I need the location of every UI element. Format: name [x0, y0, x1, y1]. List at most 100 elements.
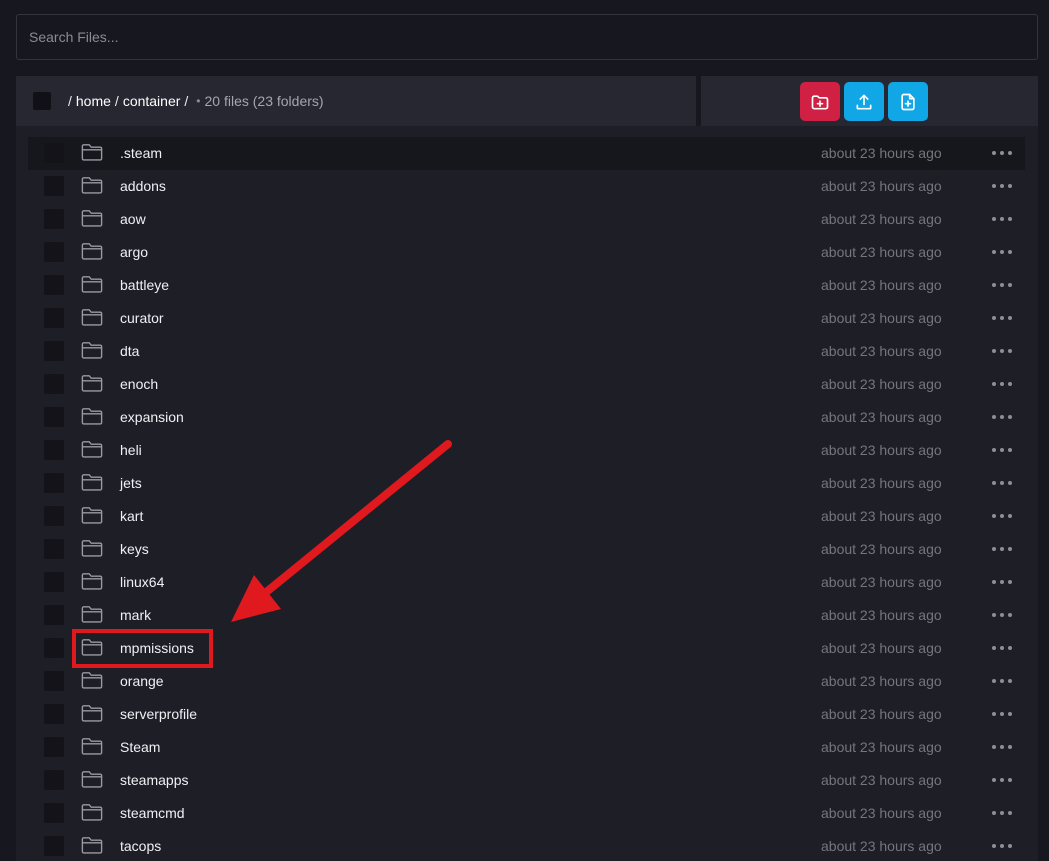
row-checkbox[interactable] [44, 737, 64, 757]
row-checkbox[interactable] [44, 638, 64, 658]
file-name[interactable]: .steam [120, 145, 162, 161]
search-box [16, 14, 1038, 60]
breadcrumb-item-home[interactable]: home [76, 93, 111, 109]
file-row[interactable]: battleye about 23 hours ago [28, 269, 1025, 302]
file-row[interactable]: keys about 23 hours ago [28, 533, 1025, 566]
row-checkbox[interactable] [44, 176, 64, 196]
more-options-icon[interactable] [992, 442, 1012, 458]
file-name[interactable]: battleye [120, 277, 169, 293]
file-row[interactable]: addons about 23 hours ago [28, 170, 1025, 203]
row-checkbox[interactable] [44, 407, 64, 427]
file-row[interactable]: heli about 23 hours ago [28, 434, 1025, 467]
file-name[interactable]: linux64 [120, 574, 164, 590]
file-name[interactable]: Steam [120, 739, 160, 755]
row-checkbox[interactable] [44, 374, 64, 394]
more-options-icon[interactable] [992, 607, 1012, 623]
row-checkbox[interactable] [44, 836, 64, 856]
file-row[interactable]: jets about 23 hours ago [28, 467, 1025, 500]
file-row[interactable]: .steam about 23 hours ago [28, 137, 1025, 170]
more-options-icon[interactable] [992, 277, 1012, 293]
search-input[interactable] [17, 15, 1037, 59]
file-name[interactable]: mark [120, 607, 151, 623]
file-row[interactable]: orange about 23 hours ago [28, 665, 1025, 698]
folder-icon [81, 704, 103, 723]
more-options-icon[interactable] [992, 376, 1012, 392]
file-row[interactable]: argo about 23 hours ago [28, 236, 1025, 269]
create-folder-button[interactable] [800, 82, 840, 121]
more-options-icon[interactable] [992, 805, 1012, 821]
row-checkbox[interactable] [44, 440, 64, 460]
file-name[interactable]: dta [120, 343, 139, 359]
more-options-icon[interactable] [992, 574, 1012, 590]
file-name[interactable]: kart [120, 508, 143, 524]
modified-time: about 23 hours ago [821, 772, 942, 788]
file-count: 20 files (23 folders) [204, 93, 324, 109]
row-checkbox[interactable] [44, 803, 64, 823]
more-options-icon[interactable] [992, 244, 1012, 260]
more-options-icon[interactable] [992, 211, 1012, 227]
more-options-icon[interactable] [992, 640, 1012, 656]
more-options-icon[interactable] [992, 838, 1012, 854]
file-row[interactable]: mark about 23 hours ago [28, 599, 1025, 632]
row-checkbox[interactable] [44, 671, 64, 691]
file-row[interactable]: expansion about 23 hours ago [28, 401, 1025, 434]
file-name[interactable]: tacops [120, 838, 161, 854]
folder-icon [81, 539, 103, 558]
more-options-icon[interactable] [992, 310, 1012, 326]
file-row[interactable]: tacops about 23 hours ago [28, 830, 1025, 861]
more-options-icon[interactable] [992, 541, 1012, 557]
file-name[interactable]: enoch [120, 376, 158, 392]
more-options-icon[interactable] [992, 706, 1012, 722]
more-options-icon[interactable] [992, 673, 1012, 689]
file-name[interactable]: orange [120, 673, 164, 689]
row-checkbox[interactable] [44, 308, 64, 328]
row-checkbox[interactable] [44, 209, 64, 229]
more-options-icon[interactable] [992, 178, 1012, 194]
file-name[interactable]: addons [120, 178, 166, 194]
row-checkbox[interactable] [44, 770, 64, 790]
more-options-icon[interactable] [992, 739, 1012, 755]
file-name[interactable]: argo [120, 244, 148, 260]
file-name[interactable]: keys [120, 541, 149, 557]
row-checkbox[interactable] [44, 473, 64, 493]
upload-button[interactable] [844, 82, 884, 121]
row-checkbox[interactable] [44, 605, 64, 625]
file-row[interactable]: linux64 about 23 hours ago [28, 566, 1025, 599]
new-file-button[interactable] [888, 82, 928, 121]
row-checkbox[interactable] [44, 572, 64, 592]
row-checkbox[interactable] [44, 242, 64, 262]
file-row[interactable]: curator about 23 hours ago [28, 302, 1025, 335]
row-checkbox[interactable] [44, 341, 64, 361]
more-options-icon[interactable] [992, 772, 1012, 788]
file-row[interactable]: mpmissions about 23 hours ago [28, 632, 1025, 665]
row-checkbox[interactable] [44, 506, 64, 526]
file-row[interactable]: serverprofile about 23 hours ago [28, 698, 1025, 731]
file-row[interactable]: aow about 23 hours ago [28, 203, 1025, 236]
file-name[interactable]: steamcmd [120, 805, 185, 821]
file-name[interactable]: mpmissions [120, 640, 194, 656]
select-all-checkbox[interactable] [33, 92, 51, 110]
row-checkbox[interactable] [44, 539, 64, 559]
more-options-icon[interactable] [992, 508, 1012, 524]
row-checkbox[interactable] [44, 704, 64, 724]
file-row[interactable]: kart about 23 hours ago [28, 500, 1025, 533]
file-name[interactable]: aow [120, 211, 146, 227]
breadcrumb-item-container[interactable]: container [123, 93, 181, 109]
row-checkbox[interactable] [44, 143, 64, 163]
more-options-icon[interactable] [992, 475, 1012, 491]
file-name[interactable]: curator [120, 310, 164, 326]
file-name[interactable]: jets [120, 475, 142, 491]
file-name[interactable]: steamapps [120, 772, 188, 788]
file-row[interactable]: steamapps about 23 hours ago [28, 764, 1025, 797]
file-row[interactable]: dta about 23 hours ago [28, 335, 1025, 368]
file-name[interactable]: heli [120, 442, 142, 458]
more-options-icon[interactable] [992, 145, 1012, 161]
row-checkbox[interactable] [44, 275, 64, 295]
file-name[interactable]: serverprofile [120, 706, 197, 722]
file-name[interactable]: expansion [120, 409, 184, 425]
more-options-icon[interactable] [992, 343, 1012, 359]
file-row[interactable]: enoch about 23 hours ago [28, 368, 1025, 401]
file-row[interactable]: steamcmd about 23 hours ago [28, 797, 1025, 830]
more-options-icon[interactable] [992, 409, 1012, 425]
file-row[interactable]: Steam about 23 hours ago [28, 731, 1025, 764]
